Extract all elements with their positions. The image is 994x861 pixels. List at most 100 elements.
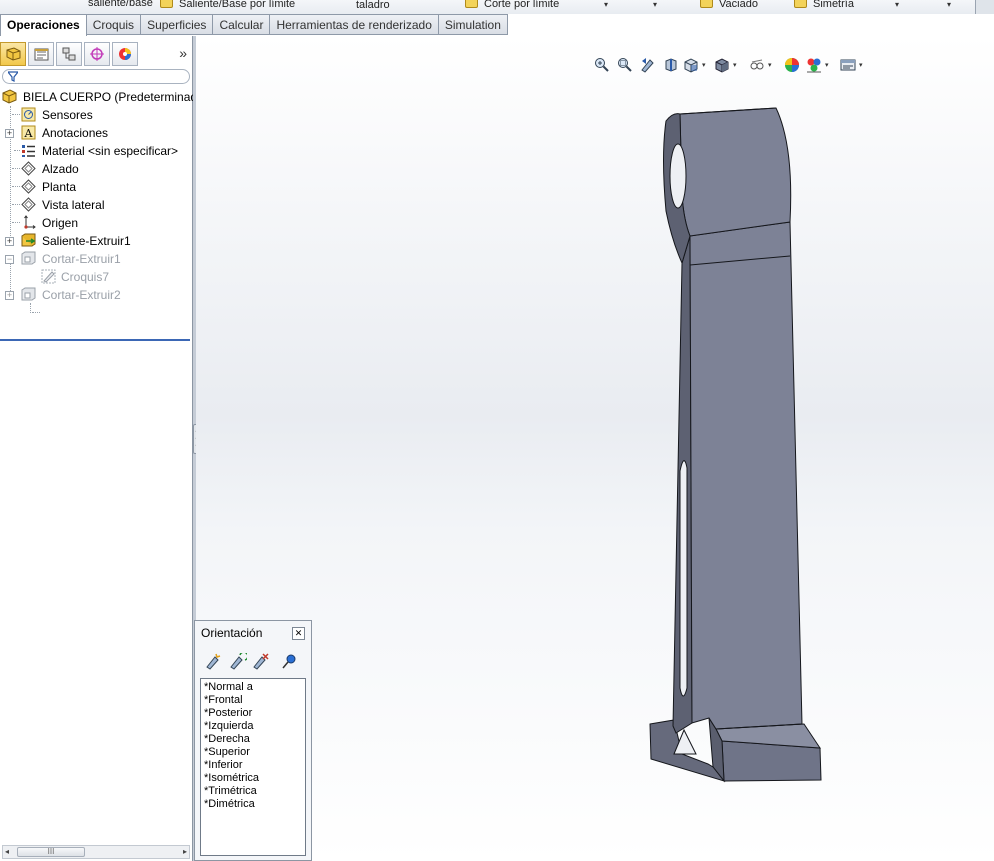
shaft-front-face: [689, 221, 803, 730]
expand-toggle[interactable]: +: [5, 237, 14, 246]
view-posterior[interactable]: *Posterior: [204, 707, 302, 720]
update-view-icon[interactable]: [229, 651, 249, 670]
ribbon-item-saliente-base[interactable]: saliente/base: [88, 0, 153, 9]
view-trimetrica[interactable]: *Trimétrica: [204, 785, 302, 798]
pin-dialog-icon[interactable]: [281, 653, 299, 670]
svg-text:A: A: [24, 127, 34, 140]
scroll-right-arrow[interactable]: ▸: [183, 847, 187, 856]
top-eye-front: [679, 107, 792, 237]
shell-icon: [700, 0, 713, 8]
scroll-left-arrow[interactable]: ◂: [5, 847, 9, 856]
tree-connector: [14, 150, 20, 151]
tree-connector: [12, 168, 20, 169]
view-superior[interactable]: *Superior: [204, 746, 302, 759]
boss-extrude-icon: [21, 233, 36, 248]
origin-icon: [21, 215, 36, 230]
orientation-dialog: Orientación ✕ *Normal a *Frontal *Poster…: [194, 620, 312, 861]
filter-icon: [6, 71, 20, 82]
new-view-icon[interactable]: [205, 653, 223, 670]
ribbon-edge: [975, 0, 994, 14]
tree-item-label: Planta: [42, 180, 77, 194]
tree-connector: [12, 186, 20, 187]
cut-boundary-icon: [465, 0, 478, 8]
close-button[interactable]: ✕: [292, 627, 305, 640]
orientation-view-list[interactable]: *Normal a *Frontal *Posterior *Izquierda…: [200, 678, 306, 856]
tree-connector: [12, 114, 20, 115]
tree-connector: [12, 222, 20, 223]
tree-item-label: Alzado: [42, 162, 79, 176]
featuremanager-tab[interactable]: [0, 42, 26, 66]
tab-simulation[interactable]: Simulation: [438, 14, 508, 35]
expand-toggle[interactable]: +: [5, 129, 14, 138]
tree-connector: [32, 312, 40, 313]
ribbon-dropdown-arrow[interactable]: ▾: [653, 0, 657, 9]
propertymanager-icon: [34, 47, 49, 61]
side-slot-cut: [679, 460, 688, 697]
tree-item-label: Cortar-Extruir1: [42, 252, 121, 266]
tree-connector: [30, 303, 31, 313]
panel-tab-bar: »: [0, 40, 193, 68]
configurationmanager-tab[interactable]: [56, 42, 82, 66]
reset-views-icon[interactable]: [252, 653, 270, 670]
ribbon-item-simetria[interactable]: Simetría: [794, 0, 854, 10]
tree-item-label: Croquis7: [61, 270, 110, 284]
view-frontal[interactable]: *Frontal: [204, 694, 302, 707]
cut-extrude-icon: [21, 287, 36, 302]
annotations-icon: A: [21, 125, 36, 140]
sketch-icon: [41, 269, 56, 284]
cut-extrude-icon: [21, 251, 36, 266]
tree-item-label: Anotaciones: [42, 126, 109, 140]
tree-root-label: BIELA CUERPO (Predeterminad: [23, 90, 198, 104]
view-inferior[interactable]: *Inferior: [204, 759, 302, 772]
more-tabs-button[interactable]: »: [179, 45, 187, 61]
graphics-viewport[interactable]: ▾ ▾ ▾ ▾ ▾: [196, 36, 994, 861]
plane-icon: [21, 197, 36, 212]
tab-croquis[interactable]: Croquis: [86, 14, 142, 35]
sensors-icon: [21, 107, 36, 122]
ribbon-dropdown-arrow[interactable]: ▾: [604, 0, 608, 9]
part-icon: [2, 89, 17, 104]
tree-connector: [10, 106, 11, 242]
command-ribbon: saliente/base Saliente/Base por límite t…: [0, 0, 994, 14]
plane-icon: [21, 161, 36, 176]
horizontal-scrollbar[interactable]: ◂ III ▸: [2, 845, 190, 859]
ribbon-item-vaciado[interactable]: Vaciado: [700, 0, 758, 10]
boss-boundary-icon: [160, 0, 173, 8]
mirror-icon: [794, 0, 807, 8]
biela-3d-model[interactable]: [196, 36, 994, 861]
feature-filter-input[interactable]: [2, 69, 190, 84]
material-icon: [21, 143, 36, 158]
view-isometrica[interactable]: *Isométrica: [204, 772, 302, 785]
command-manager-tabs: Operaciones Croquis Superficies Calcular…: [0, 14, 508, 36]
scrollbar-thumb[interactable]: III: [17, 847, 85, 857]
view-izquierda[interactable]: *Izquierda: [204, 720, 302, 733]
tree-item-label: Cortar-Extruir2: [42, 288, 121, 302]
ribbon-item-saliente-limite[interactable]: Saliente/Base por límite: [160, 0, 295, 10]
tab-superficies[interactable]: Superficies: [141, 14, 214, 35]
ribbon-dropdown-arrow[interactable]: ▾: [947, 0, 951, 9]
view-dimetrica[interactable]: *Dimétrica: [204, 798, 302, 811]
tab-calcular[interactable]: Calcular: [213, 14, 271, 35]
collapse-toggle[interactable]: −: [5, 255, 14, 264]
ribbon-item-taladro[interactable]: taladro: [356, 0, 390, 11]
view-normal-a[interactable]: *Normal a: [204, 681, 302, 694]
display-manager-tab[interactable]: [112, 42, 138, 66]
tree-item-label: Material <sin especificar>: [42, 144, 179, 158]
tree-item-label: Sensores: [42, 108, 93, 122]
dimxpert-icon: [90, 47, 105, 61]
propertymanager-tab[interactable]: [28, 42, 54, 66]
view-derecha[interactable]: *Derecha: [204, 733, 302, 746]
display-manager-icon: [118, 47, 133, 61]
tab-herramientas-renderizado[interactable]: Herramientas de renderizado: [270, 14, 439, 35]
tree-item-label: Vista lateral: [42, 198, 105, 212]
ribbon-dropdown-arrow[interactable]: ▾: [895, 0, 899, 9]
ribbon-item-corte-limite[interactable]: Corte por límite: [465, 0, 559, 10]
expand-toggle[interactable]: +: [5, 291, 14, 300]
tree-item-label: Origen: [42, 216, 79, 230]
dimxpert-tab[interactable]: [84, 42, 110, 66]
feature-manager-panel: » BIELA CUERPO (Predeterminad Sensores +…: [0, 36, 197, 861]
rollback-bar[interactable]: [0, 339, 190, 341]
tab-operaciones[interactable]: Operaciones: [0, 14, 87, 36]
configurationmanager-icon: [62, 47, 77, 61]
tree-item-label: Saliente-Extruir1: [42, 234, 131, 248]
